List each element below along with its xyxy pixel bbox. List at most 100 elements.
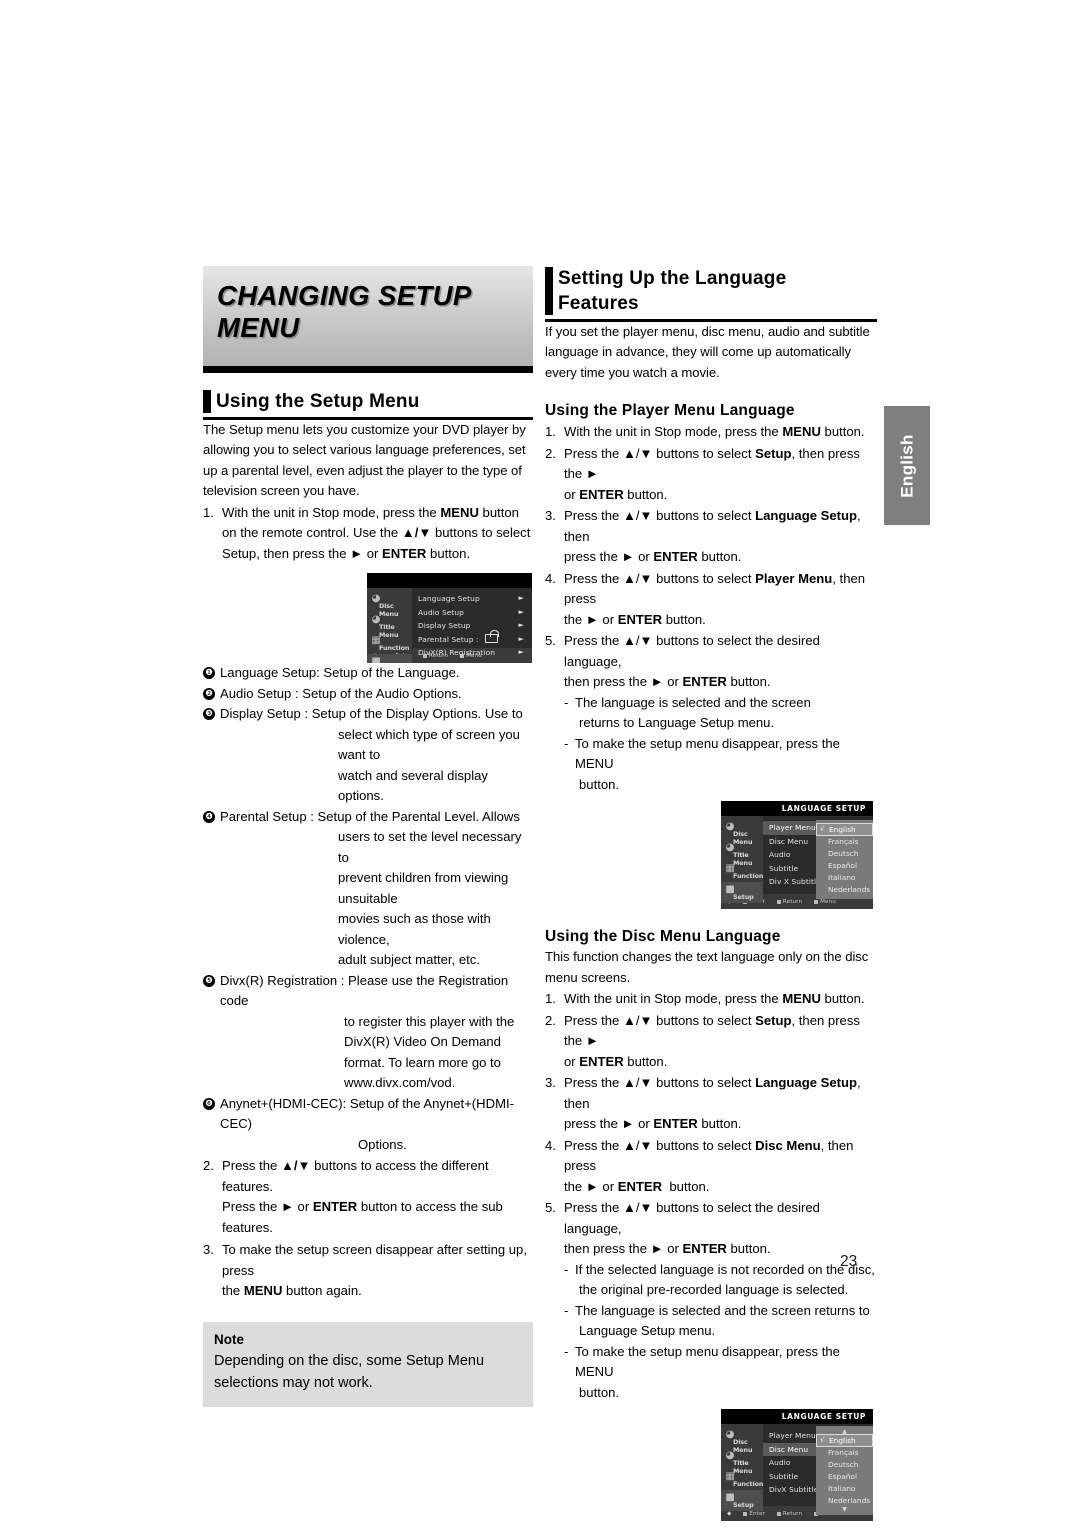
- osd-sidebar-item-setup[interactable]: ■ Setup: [367, 654, 412, 663]
- definition-cont: to register this player with the: [344, 1013, 515, 1029]
- list-item: 1. With the unit in Stop mode, press the …: [203, 503, 533, 565]
- step-text: With the unit in Stop mode, press the: [222, 504, 441, 520]
- osd-footer-return: Return: [776, 1511, 802, 1517]
- osd-row-display-setup[interactable]: Display Setup ►: [412, 619, 532, 633]
- language-features-intro: If you set the player menu, disc menu, a…: [545, 323, 870, 380]
- osd-sidebar-item-disc-menu[interactable]: ◕ Disc Menu: [721, 1427, 763, 1454]
- osd-titlebar: [367, 573, 532, 588]
- step-text: To make the setup screen disappear after…: [222, 1242, 527, 1278]
- osd-language-item-francais[interactable]: Français: [816, 836, 873, 848]
- disc-menu-icon: ◕: [371, 593, 381, 604]
- dash-bullet: -: [564, 694, 569, 710]
- osd-row-audio-setup[interactable]: Audio Setup ►: [412, 606, 532, 620]
- dash-bullet: -: [564, 1343, 569, 1359]
- osd-language-popup: ▲ √ English Français Deutsch Español Ita…: [816, 1426, 873, 1515]
- osd-language-item-nederlands[interactable]: Nederlands: [816, 884, 873, 896]
- section-heading-text: Using the Setup Menu: [216, 391, 420, 412]
- osd-sidebar-item-title-menu[interactable]: ◕ Title Menu: [367, 612, 412, 639]
- setup-steps-list: 1. With the unit in Stop mode, press the …: [203, 503, 533, 565]
- step-bold: MENU: [440, 504, 479, 520]
- section-heading-line1: Setting Up the Language: [558, 268, 787, 289]
- step-number: 2.: [545, 1012, 556, 1028]
- dash-bullet: -: [564, 1261, 569, 1277]
- chevron-right-icon: ►: [518, 607, 524, 616]
- osd-footer-menu: Menu: [814, 899, 836, 905]
- list-item: 2. Press the ▲/▼ buttons to select Setup,…: [545, 444, 877, 506]
- osd-sidebar-item-disc-menu[interactable]: ◕ Disc Menu: [367, 591, 412, 618]
- definition-cont: prevent children from viewing unsuitable: [338, 870, 509, 906]
- check-icon: √: [820, 825, 825, 833]
- scroll-down-icon[interactable]: ▼: [816, 1507, 873, 1513]
- title-menu-icon: ◕: [725, 842, 735, 853]
- chapter-title-line1: CHANGING SETUP: [217, 280, 472, 311]
- definition-term: Anynet+(HDMI-CEC): Setup of the Anynet+(…: [220, 1095, 514, 1132]
- osd-sidebar-item-setup[interactable]: ■ Setup: [721, 882, 763, 903]
- osd-language-item-nederlands[interactable]: Nederlands: [816, 1495, 873, 1507]
- function-icon: ▦: [725, 1471, 735, 1482]
- heading-underline: [203, 417, 533, 420]
- osd-language-item-espanol[interactable]: Español: [816, 860, 873, 872]
- setup-icon: ■: [725, 884, 735, 895]
- substep-line2: Language Setup menu.: [579, 1323, 716, 1338]
- osd-language-item-italiano[interactable]: Italiano: [816, 1483, 873, 1495]
- osd-row-divx-registration[interactable]: DivX(R) Registration ►: [412, 646, 532, 660]
- disc-menu-substeps: - If the selected language is not recorde…: [545, 1260, 877, 1404]
- osd-language-item-deutsch[interactable]: Deutsch: [816, 848, 873, 860]
- osd-language-item-italiano[interactable]: Italiano: [816, 872, 873, 884]
- function-icon: ▦: [725, 863, 735, 874]
- definition-cont: watch and several display options.: [338, 767, 488, 804]
- osd-row-language-setup[interactable]: Language Setup ►: [412, 592, 532, 606]
- setup-definitions-list: ❶ Language Setup: Setup of the Language.…: [203, 663, 533, 1155]
- list-item: 2. Press the ▲/▼ buttons to select Setup,…: [545, 1011, 877, 1073]
- list-item: ❹ Parental Setup : Setup of the Parental…: [203, 807, 533, 971]
- dpad-icon: ◆: [727, 1510, 732, 1517]
- osd-language-item-espanol[interactable]: Español: [816, 1471, 873, 1483]
- osd-row-parental-setup[interactable]: Parental Setup : ►: [412, 629, 532, 647]
- lock-icon: [485, 629, 499, 643]
- osd-sidebar-item-function[interactable]: ▦ Function: [367, 633, 412, 654]
- list-item: - The language is selected and the screen…: [564, 1301, 877, 1342]
- osd-language-item-deutsch[interactable]: Deutsch: [816, 1459, 873, 1471]
- osd-language-item-english[interactable]: √ English: [816, 823, 873, 836]
- section-heading-language-features: Setting Up the Language Features: [545, 266, 877, 322]
- osd-main: Language Setup ► Audio Setup ► Display S…: [412, 588, 532, 663]
- step-line2: the ► or ENTER button.: [564, 611, 706, 627]
- definition-term: Divx(R) Registration : Please use the Re…: [220, 972, 509, 1009]
- list-item: ❺ Divx(R) Registration : Please use the …: [203, 971, 533, 1094]
- osd-titlebar: LANGUAGE SETUP: [721, 801, 873, 816]
- step-line2: then press the ► or ENTER button.: [564, 1241, 771, 1256]
- osd-language-label: English: [829, 825, 856, 834]
- osd-language-item-english[interactable]: √ English: [816, 1434, 873, 1447]
- step-number: 2.: [545, 445, 556, 461]
- heading-underline: [545, 319, 877, 322]
- list-item: 5. Press the ▲/▼ buttons to select the de…: [545, 1198, 877, 1260]
- osd-sidebar-item-function[interactable]: ▦ Function: [721, 861, 763, 882]
- step-number: 3.: [545, 1075, 556, 1090]
- osd-language-label: Español: [828, 861, 857, 870]
- osd-row-label: Audio: [769, 850, 791, 859]
- step-bold: ENTER: [382, 545, 427, 561]
- list-item: - The language is selected and the screen…: [564, 693, 877, 734]
- definition-term: Language Setup: Setup of the Language.: [220, 665, 460, 680]
- language-side-tab-label: English: [897, 434, 917, 498]
- setup-steps-list-2: 2. Press the ▲/▼ buttons to access the di…: [203, 1156, 533, 1302]
- chapter-banner: CHANGING SETUP MENU: [203, 266, 533, 366]
- definition-cont: select which type of screen you want to: [338, 726, 520, 763]
- osd-language-label: Deutsch: [828, 1460, 859, 1469]
- list-item: 5. Press the ▲/▼ buttons to select the de…: [545, 631, 877, 693]
- osd-sidebar-item-title-menu[interactable]: ◕ Title Menu: [721, 1448, 763, 1475]
- osd-sidebar-item-setup[interactable]: ■ Setup: [721, 1490, 763, 1511]
- osd-sidebar-label: Function: [733, 872, 764, 880]
- osd-titlebar: LANGUAGE SETUP: [721, 1409, 873, 1424]
- heading-bar: [545, 267, 553, 315]
- step-number: 5.: [545, 1200, 556, 1215]
- osd-sidebar-item-function[interactable]: ▦ Function: [721, 1469, 763, 1490]
- osd-sidebar: ◕ Disc Menu ◕ Title Menu ▦ Function ■ Se…: [721, 1424, 763, 1511]
- osd-row-label: Player Menu: [769, 823, 816, 832]
- osd-sidebar-item-disc-menu[interactable]: ◕ Disc Menu: [721, 819, 763, 846]
- step-line2: press the ► or ENTER button.: [564, 1116, 742, 1131]
- definition-cont: movies such as those with violence,: [338, 911, 491, 947]
- osd-language-label: Español: [828, 1472, 857, 1481]
- osd-language-item-francais[interactable]: Français: [816, 1447, 873, 1459]
- osd-sidebar-item-title-menu[interactable]: ◕ Title Menu: [721, 840, 763, 867]
